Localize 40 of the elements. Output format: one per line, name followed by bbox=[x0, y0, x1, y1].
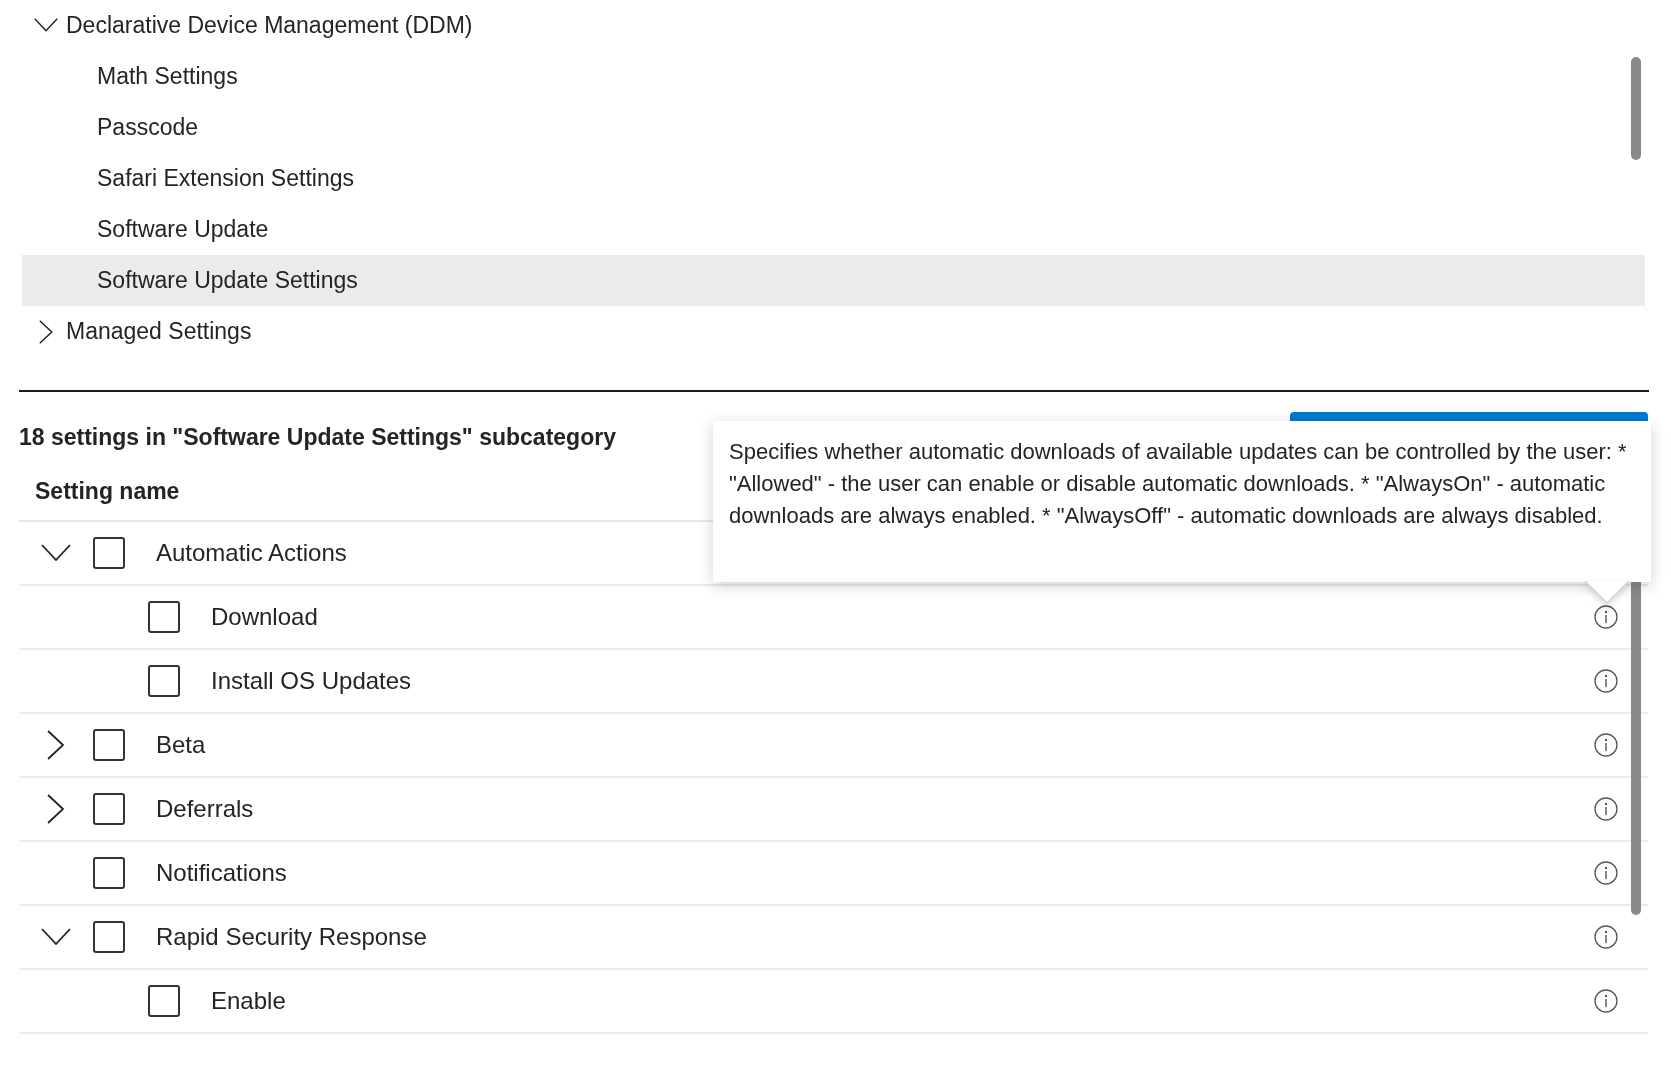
settings-count-heading: 18 settings in "Software Update Settings" subcategory bbox=[19, 422, 616, 452]
info-icon[interactable] bbox=[1594, 733, 1618, 757]
setting-name: Install OS Updates bbox=[211, 667, 412, 695]
tree-item[interactable]: Declarative Device Management (DDM) bbox=[22, 0, 1645, 51]
checkbox[interactable] bbox=[93, 793, 125, 825]
chevron-icon[interactable] bbox=[41, 928, 71, 946]
info-icon[interactable] bbox=[1594, 669, 1618, 693]
tooltip: Specifies whether automatic downloads of available updates can be controlled by the user: * "Allowed" - the user can enable or disable automatic downloads. * "AlwaysOn" - automatic downloads are always enabled. * "AlwaysOff" - automatic downloads are always disabled. bbox=[713, 421, 1651, 582]
chevron-icon[interactable] bbox=[47, 730, 65, 760]
setting-name: Automatic Actions bbox=[156, 539, 347, 567]
setting-name: Enable bbox=[211, 987, 286, 1015]
chevron-icon[interactable] bbox=[41, 544, 71, 562]
chevron-icon[interactable] bbox=[34, 18, 58, 33]
tree-item[interactable]: Managed Settings bbox=[22, 306, 1645, 357]
setting-name: Beta bbox=[156, 731, 206, 759]
tree-item[interactable]: Software Update bbox=[22, 204, 1645, 255]
info-icon[interactable] bbox=[1594, 989, 1618, 1013]
checkbox[interactable] bbox=[148, 601, 180, 633]
setting-name: Deferrals bbox=[156, 795, 254, 823]
checkbox[interactable] bbox=[93, 857, 125, 889]
checkbox[interactable] bbox=[148, 665, 180, 697]
tree-item[interactable]: Math Settings bbox=[22, 51, 1645, 102]
tooltip-pointer bbox=[1584, 581, 1630, 605]
setting-name: Notifications bbox=[156, 859, 287, 887]
info-icon[interactable] bbox=[1594, 797, 1618, 821]
tree-item[interactable]: Passcode bbox=[22, 102, 1645, 153]
scrollbar-thumb[interactable] bbox=[1631, 57, 1641, 160]
checkbox[interactable] bbox=[93, 921, 125, 953]
setting-name: Download bbox=[211, 603, 318, 631]
chevron-icon[interactable] bbox=[38, 319, 54, 344]
setting-name: Rapid Security Response bbox=[156, 923, 427, 951]
info-icon[interactable] bbox=[1594, 605, 1618, 629]
chevron-icon[interactable] bbox=[47, 794, 65, 824]
tree-item[interactable]: Software Update Settings bbox=[22, 255, 1645, 306]
checkbox[interactable] bbox=[93, 729, 125, 761]
tree-item[interactable]: Safari Extension Settings bbox=[22, 153, 1645, 204]
checkbox[interactable] bbox=[148, 985, 180, 1017]
info-icon[interactable] bbox=[1594, 925, 1618, 949]
info-icon[interactable] bbox=[1594, 861, 1618, 885]
checkbox[interactable] bbox=[93, 537, 125, 569]
